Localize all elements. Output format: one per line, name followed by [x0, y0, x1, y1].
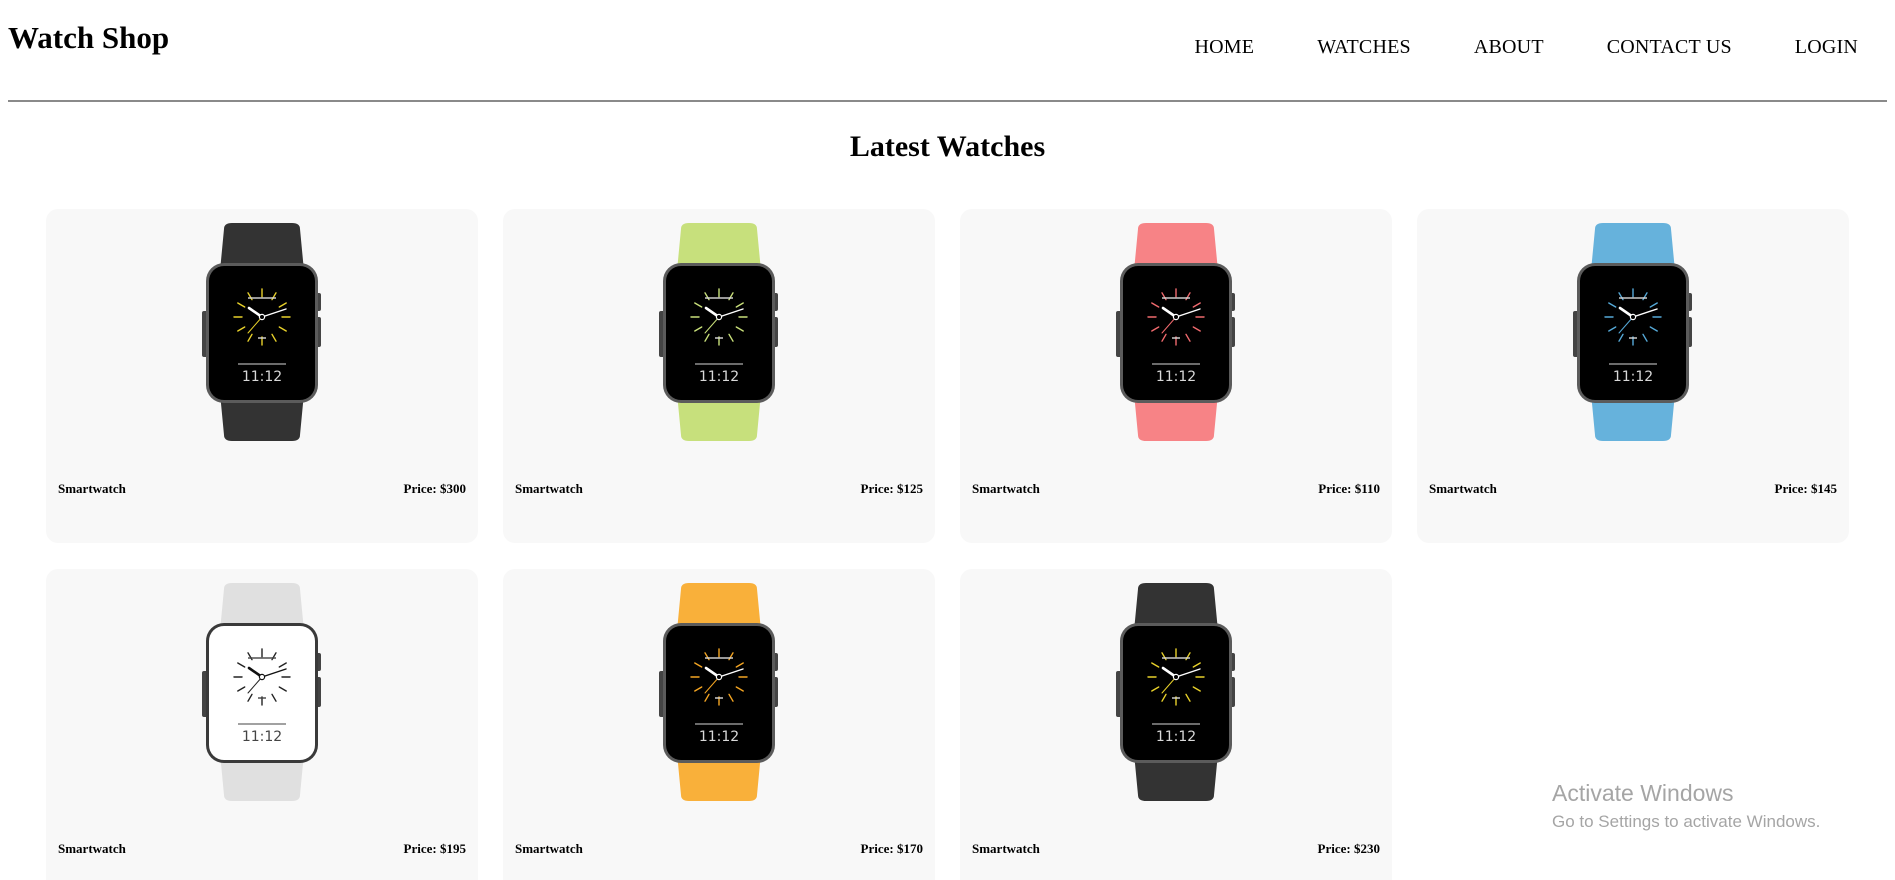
svg-text:11:12: 11:12 [699, 729, 739, 745]
smartwatch-image: 11:12 [659, 583, 778, 801]
nav-home[interactable]: HOME [1195, 36, 1255, 59]
svg-text:11:12: 11:12 [1156, 729, 1196, 745]
product-price: Price: $145 [1774, 481, 1837, 496]
product-card[interactable]: 11:12 Smartwatch Price: $125 [503, 209, 935, 543]
watermark-subtitle: Go to Settings to activate Windows. [1552, 812, 1821, 831]
site-header: Watch Shop HOME WATCHES ABOUT CONTACT US… [0, 0, 1895, 102]
product-name: Smartwatch [515, 841, 583, 856]
svg-text:11:12: 11:12 [1156, 369, 1196, 385]
svg-text:11:12: 11:12 [699, 369, 739, 385]
product-price: Price: $170 [860, 841, 923, 856]
product-price: Price: $125 [860, 481, 923, 496]
product-name: Smartwatch [1429, 481, 1497, 496]
product-card[interactable]: 11:12 Smartwatch Price: $145 [1417, 209, 1849, 543]
svg-text:11:12: 11:12 [242, 729, 282, 745]
product-card[interactable]: 11:12 Smartwatch Price: $300 [46, 209, 478, 543]
smartwatch-image: 11:12 [1116, 583, 1235, 801]
watermark-title: Activate Windows [1552, 780, 1734, 806]
section-title: Latest Watches [849, 130, 1046, 163]
product-name: Smartwatch [58, 841, 126, 856]
main-nav: HOME WATCHES ABOUT CONTACT US LOGIN [1195, 36, 1858, 59]
smartwatch-image: 11:12 [1116, 223, 1235, 441]
smartwatch-image: 11:12 [202, 223, 321, 441]
smartwatch-image: 11:12 [1573, 223, 1692, 441]
header-divider [8, 100, 1887, 102]
product-name: Smartwatch [972, 481, 1040, 496]
product-price: Price: $300 [403, 481, 466, 496]
svg-text:11:12: 11:12 [1613, 369, 1653, 385]
product-card[interactable]: 11:12 Smartwatch Price: $110 [960, 209, 1392, 543]
product-price: Price: $230 [1317, 841, 1380, 856]
nav-about[interactable]: ABOUT [1474, 36, 1544, 59]
product-card[interactable]: 11:12 Smartwatch Price: $195 [46, 569, 478, 880]
product-card[interactable]: 11:12 Smartwatch Price: $230 [960, 569, 1392, 880]
nav-watches[interactable]: WATCHES [1317, 36, 1411, 59]
smartwatch-image: 11:12 [659, 223, 778, 441]
smartwatch-image: 11:12 [202, 583, 321, 801]
product-card[interactable]: 11:12 Smartwatch Price: $170 [503, 569, 935, 880]
product-name: Smartwatch [58, 481, 126, 496]
nav-contact-us[interactable]: CONTACT US [1607, 36, 1732, 59]
product-name: Smartwatch [515, 481, 583, 496]
product-price: Price: $195 [403, 841, 466, 856]
site-logo[interactable]: Watch Shop [8, 20, 169, 56]
product-name: Smartwatch [972, 841, 1040, 856]
product-price: Price: $110 [1318, 481, 1380, 496]
nav-login[interactable]: LOGIN [1795, 36, 1858, 59]
windows-activation-watermark: Activate Windows Go to Settings to activ… [1552, 780, 1820, 832]
svg-text:11:12: 11:12 [242, 369, 282, 385]
